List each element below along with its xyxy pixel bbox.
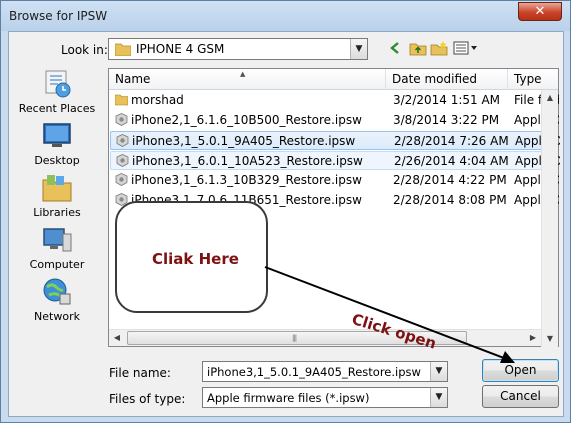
close-button[interactable]: ✕ — [518, 2, 562, 21]
file-type-label: Files of type: — [109, 392, 186, 406]
place-network[interactable]: Network — [13, 277, 101, 323]
ipsw-file-icon — [116, 134, 129, 147]
file-row[interactable]: morshad3/2/2014 1:51 AMFile folder — [110, 91, 559, 110]
file-name-cell: iPhone3,1_5.0.1_9A405_Restore.ipsw — [116, 132, 386, 151]
cancel-button[interactable]: Cancel — [482, 385, 559, 408]
file-name-field[interactable]: iPhone3,1_5.0.1_9A405_Restore.ipsw ▼ — [202, 361, 448, 382]
computer-icon — [43, 228, 72, 252]
libraries-icon — [42, 175, 72, 202]
place-recent-places[interactable]: Recent Places — [13, 69, 101, 115]
column-header-row: Name ▲ Date modified Type — [109, 69, 558, 90]
view-menu-icon[interactable] — [453, 40, 479, 56]
scroll-down-icon[interactable]: ▼ — [542, 331, 558, 347]
ipsw-file-icon — [115, 113, 128, 126]
place-label: Recent Places — [18, 102, 96, 115]
place-label: Libraries — [33, 206, 81, 219]
chevron-down-icon[interactable]: ▼ — [430, 388, 447, 407]
file-date-cell: 2/28/2014 7:26 AM — [394, 134, 509, 148]
annotation-callout: Cliak Here — [115, 201, 268, 313]
file-name-value: iPhone3,1_5.0.1_9A405_Restore.ipsw — [207, 365, 421, 379]
open-button[interactable]: Open — [482, 359, 559, 382]
place-label: Computer — [29, 258, 85, 271]
back-icon[interactable] — [387, 40, 405, 56]
file-name-text: iPhone2,1_6.1.6_10B500_Restore.ipsw — [131, 113, 362, 127]
window-title: Browse for IPSW — [9, 9, 108, 23]
network-icon — [43, 278, 71, 305]
file-name-text: iPhone3,1_5.0.1_9A405_Restore.ipsw — [132, 134, 356, 148]
chevron-down-icon[interactable]: ▼ — [350, 39, 367, 59]
file-row[interactable]: iPhone3,1_6.0.1_10A523_Restore.ipsw 2/26/… — [110, 151, 560, 171]
places-bar: Recent Places Desktop Libraries Computer… — [13, 69, 101, 369]
place-label: Network — [34, 310, 80, 323]
look-in-label: Look in: — [61, 43, 108, 57]
file-row[interactable]: iPhone2,1_6.1.6_10B500_Restore.ipsw 3/8/2… — [110, 111, 559, 130]
up-folder-icon[interactable] — [409, 40, 427, 56]
file-date-cell: 2/28/2014 4:22 PM — [393, 173, 507, 187]
ipsw-file-icon — [115, 173, 128, 186]
file-type-select[interactable]: Apple firmware files (*.ipsw) ▼ — [202, 387, 448, 408]
place-desktop[interactable]: Desktop — [13, 121, 101, 167]
callout-text: Cliak Here — [152, 250, 239, 268]
file-name-cell: morshad — [115, 91, 385, 110]
file-name-label: File name: — [109, 366, 171, 380]
file-name-text: iPhone3,1_6.1.3_10B329_Restore.ipsw — [131, 173, 362, 187]
file-row[interactable]: iPhone3,1_5.0.1_9A405_Restore.ipsw 2/28/2… — [110, 131, 560, 151]
grip-icon: ||| — [292, 334, 297, 342]
file-name-cell: iPhone2,1_6.1.6_10B500_Restore.ipsw — [115, 111, 385, 130]
ipsw-file-icon — [116, 154, 129, 167]
file-name-cell: iPhone3,1_6.1.3_10B329_Restore.ipsw — [115, 171, 385, 190]
horizontal-scrollbar[interactable]: ◀ ||| ▶ — [109, 329, 541, 346]
scroll-left-icon[interactable]: ◀ — [109, 330, 125, 346]
file-row[interactable]: iPhone3,1_6.1.3_10B329_Restore.ipsw 2/28/… — [110, 171, 559, 190]
place-computer[interactable]: Computer — [13, 225, 101, 271]
chevron-down-icon[interactable]: ▼ — [430, 362, 447, 381]
look-in-value: IPHONE 4 GSM — [136, 42, 225, 56]
file-date-cell: 3/8/2014 3:22 PM — [393, 113, 500, 127]
look-in-dropdown[interactable]: IPHONE 4 GSM ▼ — [108, 38, 368, 60]
browse-dialog: Browse for IPSW ✕ Look in: IPHONE 4 GSM … — [0, 0, 571, 423]
file-name-text: iPhone3,1_6.0.1_10A523_Restore.ipsw — [132, 154, 363, 168]
folder-icon — [115, 43, 131, 56]
recent-places-icon — [45, 70, 71, 98]
file-date-cell: 2/28/2014 8:08 PM — [393, 193, 507, 207]
column-header-type[interactable]: Type — [508, 69, 558, 90]
file-date-cell: 2/26/2014 4:04 AM — [394, 154, 509, 168]
file-name-text: morshad — [131, 93, 184, 107]
column-header-name[interactable]: Name — [109, 69, 386, 90]
file-type-value: Apple firmware files (*.ipsw) — [207, 391, 370, 405]
sort-ascending-icon: ▲ — [240, 70, 246, 78]
scroll-right-icon[interactable]: ▶ — [525, 330, 541, 346]
file-date-cell: 3/2/2014 1:51 AM — [393, 93, 501, 107]
scroll-up-icon[interactable]: ▲ — [542, 90, 558, 106]
folder-icon — [115, 94, 128, 106]
place-libraries[interactable]: Libraries — [13, 173, 101, 219]
desktop-icon — [43, 123, 71, 147]
new-folder-icon[interactable] — [430, 40, 448, 56]
column-header-date[interactable]: Date modified — [386, 69, 508, 90]
vertical-scrollbar[interactable]: ▲ ▼ — [541, 90, 558, 347]
dialog-body: Look in: IPHONE 4 GSM ▼ Recent Places De… — [8, 31, 564, 417]
place-label: Desktop — [34, 154, 80, 167]
file-name-cell: iPhone3,1_6.0.1_10A523_Restore.ipsw — [116, 152, 386, 171]
title-bar[interactable]: Browse for IPSW ✕ — [1, 1, 570, 31]
